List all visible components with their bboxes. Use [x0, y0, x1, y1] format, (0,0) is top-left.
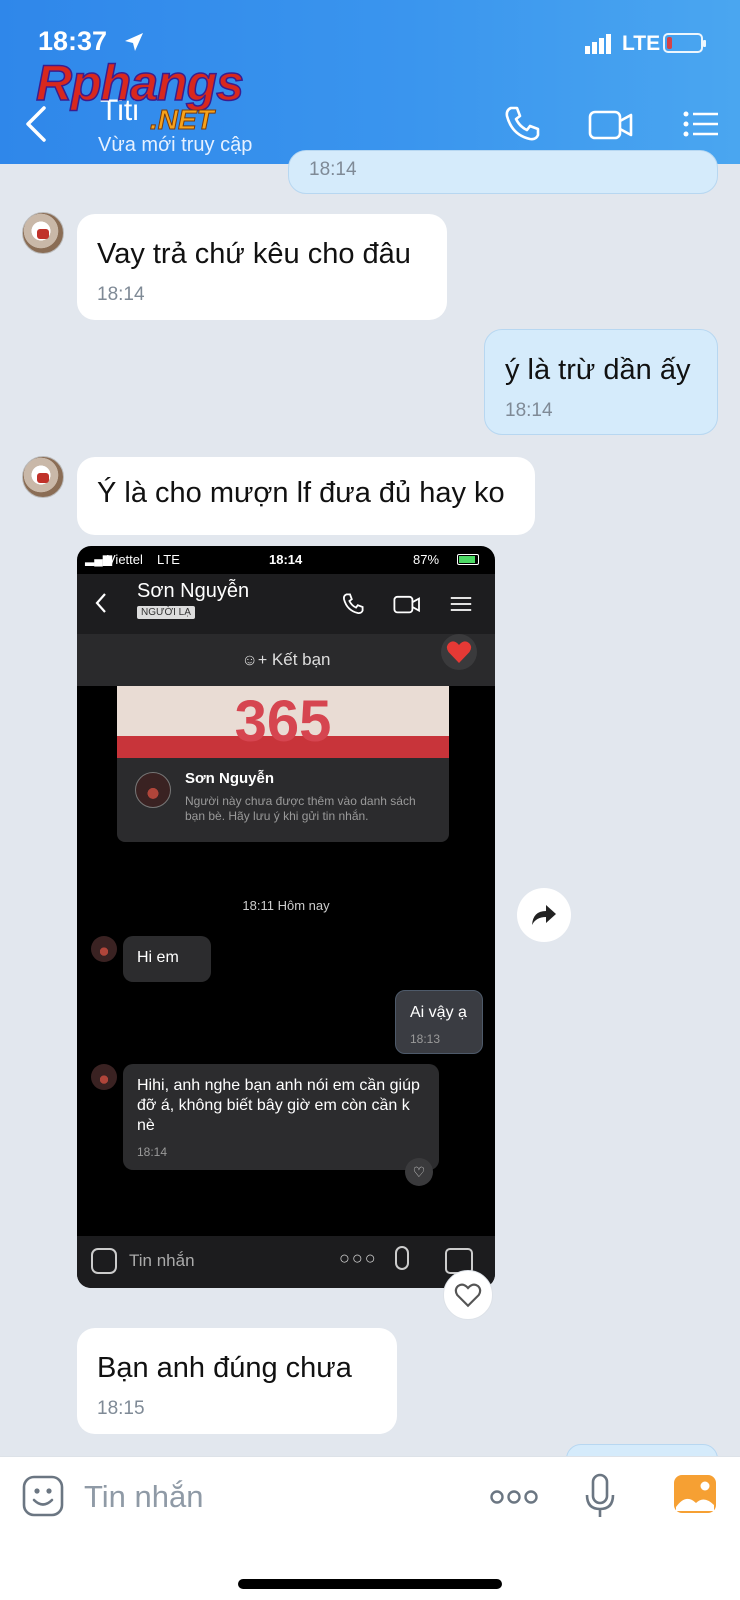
message-in[interactable]: Vay trả chứ kêu cho đâu 18:14: [77, 214, 447, 320]
message-text: Bạn anh đúng chưa: [97, 1352, 352, 1384]
message-in[interactable]: Ý là cho mượn lf đưa đủ hay ko: [77, 457, 535, 535]
embedded-msg-in: Hihi, anh nghe bạn anh nói em cần giúp đ…: [123, 1064, 439, 1170]
embedded-msg-in: Hi em: [123, 936, 211, 982]
banner-text: 365: [234, 689, 332, 754]
message-input-bar: Tin nhắn: [0, 1456, 740, 1600]
watermark-logo-sub: .NET: [150, 104, 215, 136]
embedded-header: Sơn Nguyễn NGƯỜI LẠ: [77, 574, 495, 634]
status-time: 18:37: [38, 26, 108, 56]
chat-header: 18:37 LTE Titi Vừa mới truy cập Rphangs …: [0, 0, 740, 164]
contact-status: Vừa mới truy cập: [98, 134, 253, 156]
embedded-heart-icon: ♡: [405, 1158, 433, 1186]
card-name: Sơn Nguyễn: [185, 770, 275, 787]
signal-icon: [585, 34, 611, 54]
message-input[interactable]: Tin nhắn: [84, 1479, 204, 1515]
message-out[interactable]: ý là trừ dần ấy 18:14: [484, 329, 718, 435]
heart-outline-icon: [454, 1283, 482, 1308]
embedded-sticker-icon: [91, 1248, 117, 1274]
avatar[interactable]: [22, 212, 64, 254]
card-desc: Người này chưa được thêm vào danh sách b…: [185, 794, 416, 823]
embedded-input-placeholder: Tin nhắn: [129, 1251, 195, 1270]
embedded-date-divider: 18:11 Hôm nay: [242, 898, 330, 913]
embedded-status-bar: ▂▄▆ Viettel LTE 18:14 87%: [77, 552, 495, 572]
network-type: LTE: [622, 32, 661, 55]
embedded-msg-out: Ai vậy ạ 18:13: [395, 990, 483, 1054]
embedded-avatar: [91, 936, 117, 962]
message-time: 18:14: [309, 159, 357, 180]
embedded-msg-text: Hihi, anh nghe bạn anh nói em cần giúp đ…: [137, 1077, 420, 1134]
message-text: Vay trả chứ kêu cho đâu: [97, 238, 411, 270]
message-out-partial[interactable]: 18:14: [288, 150, 718, 194]
embedded-video-icon: [393, 595, 420, 614]
add-friend-label: Kết bạn: [271, 650, 331, 669]
microphone-icon[interactable]: [584, 1473, 616, 1521]
forward-button[interactable]: [517, 888, 571, 942]
embedded-phone-icon: [343, 593, 364, 614]
embedded-add-friend: ☺+ Kết bạn: [77, 634, 495, 686]
embedded-avatar: [91, 1064, 117, 1090]
message-time: 18:15: [97, 1398, 145, 1419]
battery-icon: [663, 33, 706, 53]
embedded-battery: 87%: [413, 552, 440, 567]
embedded-input-bar: Tin nhắn ○○○: [77, 1236, 495, 1288]
react-heart-button[interactable]: [443, 1270, 493, 1320]
video-call-icon[interactable]: [588, 104, 634, 144]
embedded-mic-icon: [395, 1246, 409, 1270]
embedded-carrier: Viettel: [107, 552, 143, 567]
location-arrow-icon: [125, 33, 143, 51]
embedded-msg-time: 18:14: [137, 1145, 168, 1159]
embedded-banner: 365: [117, 686, 449, 758]
embedded-stranger-card: Sơn Nguyễn Người này chưa được thêm vào …: [117, 758, 449, 842]
embedded-battery-icon: [457, 554, 479, 565]
sticker-icon[interactable]: [22, 1475, 64, 1517]
embedded-more-icon: ○○○: [339, 1248, 378, 1268]
message-text: ý là trừ dần ấy: [505, 354, 691, 386]
embedded-contact-name: Sơn Nguyễn: [137, 580, 250, 602]
message-time: 18:14: [97, 284, 145, 305]
message-in[interactable]: Bạn anh đúng chưa 18:15: [77, 1328, 397, 1434]
embedded-msg-text: Ai vậy ạ: [410, 1004, 467, 1021]
forward-icon: [532, 905, 556, 925]
avatar[interactable]: [22, 456, 64, 498]
embedded-msg-time: 18:13: [410, 1032, 441, 1046]
menu-list-icon[interactable]: [682, 104, 720, 144]
embedded-menu-icon: [450, 597, 472, 611]
add-friend-icon: ☺+: [241, 652, 268, 669]
card-avatar: [135, 772, 171, 808]
embedded-back-icon: [95, 593, 106, 613]
embedded-time: 18:14: [269, 552, 303, 567]
phone-call-icon[interactable]: [502, 104, 542, 144]
message-text: Ý là cho mượn lf đưa đủ hay ko: [97, 477, 505, 509]
home-indicator: [238, 1579, 502, 1589]
image-gallery-icon[interactable]: [672, 1473, 718, 1515]
embedded-msg-text: Hi em: [137, 949, 179, 966]
reaction-heart-icon[interactable]: [441, 634, 477, 670]
more-options-icon[interactable]: [490, 1487, 538, 1507]
image-message[interactable]: ▂▄▆ Viettel LTE 18:14 87% Sơn Nguyễn NGƯ…: [77, 546, 495, 1288]
embedded-network: LTE: [157, 552, 180, 567]
embedded-stranger-badge: NGƯỜI LẠ: [137, 606, 195, 619]
message-time: 18:14: [505, 400, 553, 421]
